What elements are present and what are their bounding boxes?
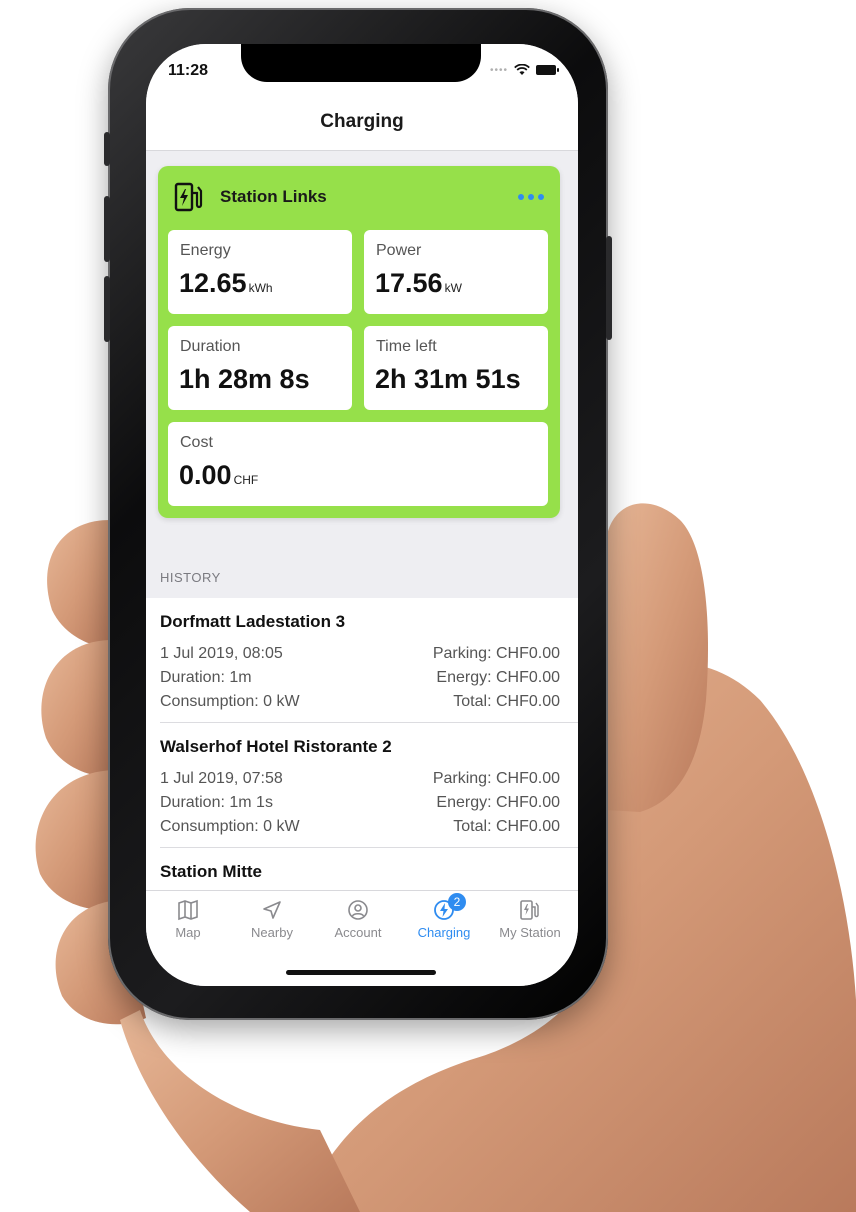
charging-station-icon bbox=[520, 900, 539, 920]
history-item[interactable]: Station Mitte bbox=[160, 848, 578, 890]
energy-value: 12.65 kWh bbox=[179, 268, 273, 299]
more-dot-icon bbox=[538, 194, 544, 200]
cost-number: 0.00 bbox=[179, 460, 232, 490]
history-details: 1 Jul 2019, 07:58 Duration: 1m 1s Consum… bbox=[160, 767, 300, 839]
charging-station-icon bbox=[174, 182, 203, 212]
energy-unit: kWh bbox=[248, 281, 273, 295]
history-station-name: Dorfmatt Ladestation 3 bbox=[160, 612, 346, 631]
nav-bar: Charging bbox=[146, 98, 578, 151]
duration-value: 1h 28m 8s bbox=[179, 364, 310, 394]
tab-label: Charging bbox=[417, 925, 471, 940]
battery-icon bbox=[536, 65, 559, 75]
more-dot-icon bbox=[528, 194, 534, 200]
account-icon bbox=[348, 900, 368, 920]
history-date: 1 Jul 2019, 07:58 bbox=[160, 770, 283, 787]
history-parking-cost: Parking: CHF0.00 bbox=[432, 770, 560, 787]
charging-badge: 2 bbox=[448, 893, 466, 911]
duration-tile: Duration 1h 28m 8s bbox=[168, 326, 352, 410]
cost-tile: Cost 0.00 CHF bbox=[168, 422, 548, 506]
tab-label: My Station bbox=[499, 925, 561, 940]
home-indicator bbox=[286, 970, 436, 975]
location-arrow-icon bbox=[263, 901, 281, 919]
more-options-button[interactable] bbox=[516, 188, 546, 206]
power-button bbox=[606, 236, 612, 340]
tab-label: Nearby bbox=[251, 925, 293, 940]
status-icons: •••• bbox=[489, 64, 559, 76]
page-title: Charging bbox=[320, 111, 404, 132]
duration-label: Duration bbox=[180, 338, 241, 355]
station-card[interactable]: Station Links Energy 12.65 kWh Power 17.5… bbox=[158, 166, 560, 518]
power-value: 17.56 kW bbox=[375, 268, 462, 299]
power-tile: Power 17.56 kW bbox=[364, 230, 548, 314]
time-left-value: 2h 31m 51s bbox=[375, 364, 521, 394]
cost-unit: CHF bbox=[233, 473, 259, 487]
history-header: HISTORY bbox=[160, 570, 221, 585]
time-left-label: Time left bbox=[376, 338, 437, 355]
volume-down-button bbox=[104, 276, 110, 342]
tab-label: Account bbox=[334, 925, 382, 940]
history-total-cost: Total: CHF0.00 bbox=[453, 693, 560, 710]
tab-label: Map bbox=[175, 925, 201, 940]
power-unit: kW bbox=[444, 281, 462, 295]
history-energy-cost: Energy: CHF0.00 bbox=[436, 669, 560, 686]
history-costs: Parking: CHF0.00 Energy: CHF0.00 Total: … bbox=[433, 642, 560, 714]
history-details: 1 Jul 2019, 08:05 Duration: 1m Consumpti… bbox=[160, 642, 300, 714]
tab-nearby[interactable]: Nearby bbox=[232, 899, 312, 940]
map-icon bbox=[178, 899, 198, 921]
energy-number: 12.65 bbox=[179, 268, 247, 298]
history-total-cost: Total: CHF0.00 bbox=[453, 818, 560, 835]
power-number: 17.56 bbox=[375, 268, 443, 298]
station-card-header: Station Links bbox=[174, 178, 546, 216]
more-dot-icon bbox=[518, 194, 524, 200]
history-duration: Duration: 1m 1s bbox=[160, 794, 273, 811]
wifi-icon bbox=[514, 64, 530, 75]
notch bbox=[241, 44, 481, 82]
status-time: 11:28 bbox=[168, 62, 209, 79]
signal-icon: •••• bbox=[489, 64, 508, 76]
tab-charging[interactable]: 2 Charging bbox=[404, 893, 484, 940]
history-station-name: Station Mitte bbox=[160, 862, 262, 881]
phone-screen: 11:28 •••• Charging Station Links Energy… bbox=[146, 44, 578, 986]
history-costs: Parking: CHF0.00 Energy: CHF0.00 Total: … bbox=[433, 767, 560, 839]
tab-my-station[interactable]: My Station bbox=[490, 899, 570, 940]
history-consumption: Consumption: 0 kW bbox=[160, 818, 300, 835]
history-item[interactable]: Dorfmatt Ladestation 3 1 Jul 2019, 08:05… bbox=[160, 598, 578, 723]
tab-map[interactable]: Map bbox=[148, 899, 228, 940]
history-consumption: Consumption: 0 kW bbox=[160, 693, 300, 710]
cost-label: Cost bbox=[180, 434, 213, 451]
time-left-tile: Time left 2h 31m 51s bbox=[364, 326, 548, 410]
cost-value: 0.00 CHF bbox=[179, 460, 258, 491]
history-parking-cost: Parking: CHF0.00 bbox=[432, 645, 560, 662]
history-list: Dorfmatt Ladestation 3 1 Jul 2019, 08:05… bbox=[146, 598, 578, 890]
history-item[interactable]: Walserhof Hotel Ristorante 2 1 Jul 2019,… bbox=[160, 723, 578, 848]
energy-label: Energy bbox=[180, 242, 231, 259]
energy-tile: Energy 12.65 kWh bbox=[168, 230, 352, 314]
side-button bbox=[104, 132, 110, 166]
history-station-name: Walserhof Hotel Ristorante 2 bbox=[160, 737, 392, 756]
station-name: Station Links bbox=[220, 187, 327, 206]
history-energy-cost: Energy: CHF0.00 bbox=[436, 794, 560, 811]
volume-up-button bbox=[104, 196, 110, 262]
history-date: 1 Jul 2019, 08:05 bbox=[160, 645, 283, 662]
power-label: Power bbox=[376, 242, 422, 259]
history-duration: Duration: 1m bbox=[160, 669, 252, 686]
tab-account[interactable]: Account bbox=[318, 899, 398, 940]
